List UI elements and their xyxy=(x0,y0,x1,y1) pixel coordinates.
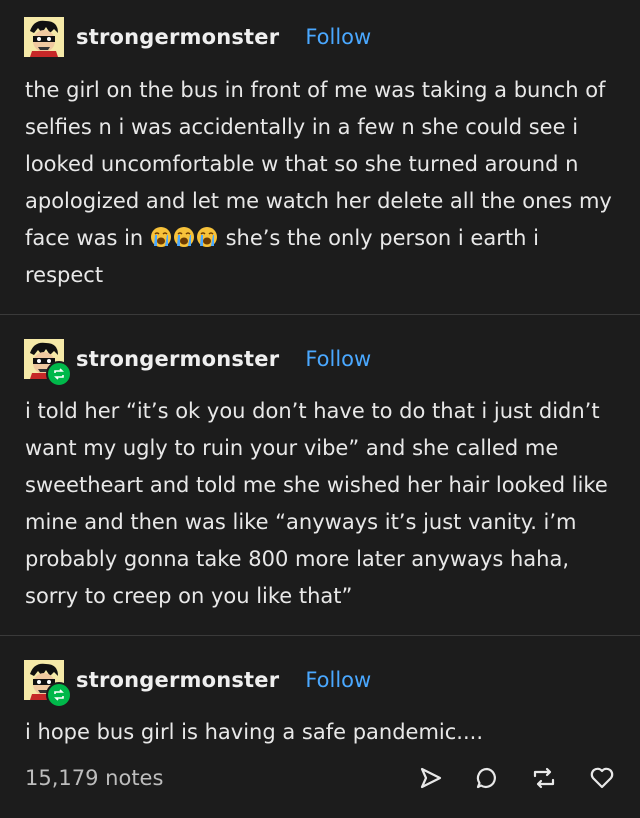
avatar[interactable] xyxy=(24,17,64,57)
reblog-badge-icon xyxy=(46,682,72,708)
reblog-badge-icon xyxy=(46,361,72,387)
crying-face-icon xyxy=(150,223,172,247)
post-text: the girl on the bus in front of me was t… xyxy=(25,78,612,250)
reblog-icon[interactable] xyxy=(531,766,557,790)
avatar-image xyxy=(24,17,64,57)
follow-button[interactable]: Follow xyxy=(305,25,371,49)
post-header: strongermonster Follow xyxy=(24,660,371,708)
crying-face-icon xyxy=(196,223,218,247)
username[interactable]: strongermonster xyxy=(76,25,279,49)
post-original: strongermonster Follow the girl on the b… xyxy=(0,0,640,314)
avatar[interactable] xyxy=(24,339,72,387)
username[interactable]: strongermonster xyxy=(76,347,279,371)
post-actions xyxy=(419,766,615,790)
post-text: i hope bus girl is having a safe pandemi… xyxy=(25,720,484,744)
post-header: strongermonster Follow xyxy=(24,339,371,387)
post-header: strongermonster Follow xyxy=(24,17,371,57)
username[interactable]: strongermonster xyxy=(76,668,279,692)
avatar[interactable] xyxy=(24,660,72,708)
post-footer: 15,179 notes xyxy=(25,758,615,798)
post-reblog-1: strongermonster Follow i told her “it’s … xyxy=(0,314,640,636)
post-body: the girl on the bus in front of me was t… xyxy=(25,72,620,294)
follow-button[interactable]: Follow xyxy=(305,668,371,692)
crying-face-icon xyxy=(173,223,195,247)
post-text: i told her “it’s ok you don’t have to do… xyxy=(25,399,608,608)
follow-button[interactable]: Follow xyxy=(305,347,371,371)
post-reblog-2: strongermonster Follow i hope bus girl i… xyxy=(0,635,640,818)
share-icon[interactable] xyxy=(419,766,443,790)
like-icon[interactable] xyxy=(589,766,615,790)
notes-count[interactable]: 15,179 notes xyxy=(25,766,163,790)
reply-icon[interactable] xyxy=(475,766,499,790)
